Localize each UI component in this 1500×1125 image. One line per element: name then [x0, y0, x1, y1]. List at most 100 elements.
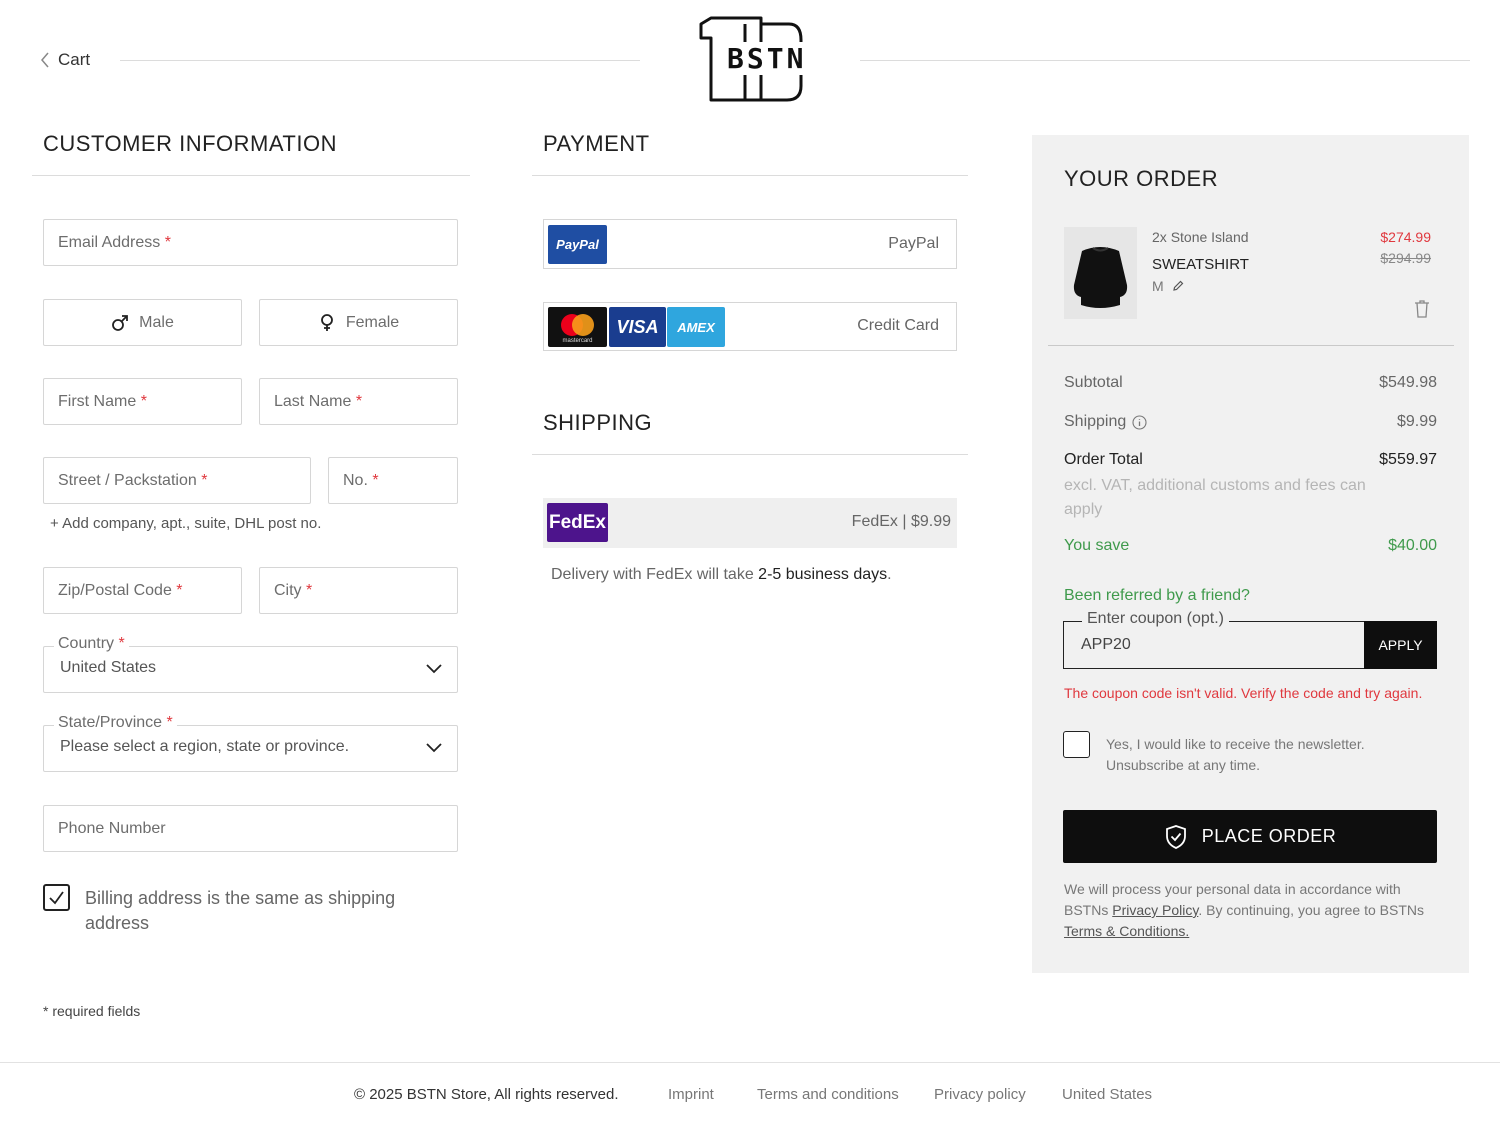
item-brand: Stone Island: [1170, 229, 1249, 245]
delivery-prefix: Delivery with FedEx will take: [551, 566, 759, 583]
country-legend: Country *: [54, 635, 129, 653]
legal-middle: . By continuing, you agree to BSTNs: [1198, 902, 1425, 918]
shipping-row: Shipping: [1064, 413, 1147, 431]
first-name-field[interactable]: First Name *: [43, 378, 242, 425]
male-icon: [112, 314, 129, 331]
required-mark: *: [140, 392, 147, 410]
header-divider-left: [120, 60, 640, 61]
item-brand-line: 2x Stone Island: [1152, 229, 1249, 245]
shipping-option-fedex[interactable]: FedEx FedEx | $9.99: [543, 498, 957, 548]
male-label: Male: [139, 313, 174, 331]
required-fields-note: * required fields: [43, 1003, 141, 1019]
order-items-divider: [1048, 345, 1454, 346]
legal-text: We will process your personal data in ac…: [1064, 879, 1434, 942]
subtotal-value: $549.98: [1379, 374, 1437, 391]
chevron-down-icon: [426, 664, 442, 674]
house-number-label: No.: [343, 471, 368, 489]
delivery-days: 2-5 business days: [758, 566, 888, 583]
required-mark: *: [372, 471, 379, 489]
required-mark: *: [176, 581, 183, 599]
gender-female-button[interactable]: Female: [259, 299, 458, 346]
info-icon[interactable]: [1132, 414, 1147, 430]
required-mark: *: [306, 581, 313, 599]
gender-male-button[interactable]: Male: [43, 299, 242, 346]
item-size-row: M: [1152, 278, 1184, 294]
paypal-label: PayPal: [888, 235, 939, 252]
delivery-info: Delivery with FedEx will take 2-5 busine…: [551, 566, 892, 584]
last-name-label: Last Name: [274, 392, 352, 410]
last-name-field[interactable]: Last Name *: [259, 378, 458, 425]
footer-terms-link[interactable]: Terms and conditions: [757, 1086, 899, 1103]
coupon-error: The coupon code isn't valid. Verify the …: [1064, 685, 1423, 701]
product-thumbnail[interactable]: [1064, 227, 1137, 319]
paypal-logo: PayPal: [548, 225, 607, 264]
chevron-left-icon: [41, 52, 49, 68]
coupon-input[interactable]: Enter coupon (opt.) APP20: [1063, 610, 1364, 669]
customer-info-title: CUSTOMER INFORMATION: [43, 131, 337, 156]
mastercard-logo: mastercard: [548, 307, 607, 347]
shipping-label: Shipping: [1064, 413, 1127, 430]
zip-field[interactable]: Zip/Postal Code *: [43, 567, 242, 614]
fedex-label: FedEx | $9.99: [851, 513, 951, 530]
payment-title-divider: [532, 175, 968, 176]
privacy-policy-link[interactable]: Privacy Policy: [1112, 902, 1198, 918]
state-select[interactable]: State/Province * Please select a region,…: [43, 714, 458, 772]
footer-region-link[interactable]: United States: [1062, 1086, 1152, 1103]
delivery-suffix: .: [887, 566, 892, 583]
phone-field[interactable]: Phone Number: [43, 805, 458, 852]
billing-same-checkbox[interactable]: [43, 884, 70, 911]
mastercard-logo-text: mastercard: [562, 338, 593, 344]
subtotal-label: Subtotal: [1064, 374, 1123, 391]
payment-option-paypal[interactable]: PayPal PayPal: [543, 219, 957, 269]
email-label: Email Address: [58, 233, 161, 251]
country-value: United States: [60, 659, 157, 676]
you-save-label: You save: [1064, 537, 1130, 554]
place-order-label: PLACE ORDER: [1201, 826, 1337, 846]
terms-conditions-link[interactable]: Terms & Conditions.: [1064, 923, 1189, 939]
newsletter-checkbox[interactable]: [1063, 731, 1090, 758]
country-label: Country: [58, 635, 115, 652]
zip-label: Zip/Postal Code: [58, 581, 172, 599]
chevron-down-icon: [426, 743, 442, 753]
payment-title: PAYMENT: [543, 131, 650, 156]
order-total-value: $559.97: [1379, 451, 1437, 468]
footer-imprint-link[interactable]: Imprint: [668, 1086, 714, 1103]
trash-icon[interactable]: [1414, 300, 1430, 318]
email-field[interactable]: Email Address *: [43, 219, 458, 266]
female-label: Female: [345, 313, 400, 331]
item-old-price: $294.99: [1380, 250, 1431, 266]
state-label: State/Province: [58, 714, 163, 731]
footer-privacy-link[interactable]: Privacy policy: [934, 1086, 1026, 1103]
shipping-title-divider: [532, 454, 968, 455]
add-company-link[interactable]: + Add company, apt., suite, DHL post no.: [50, 515, 321, 532]
street-field[interactable]: Street / Packstation *: [43, 457, 311, 504]
coupon-value: APP20: [1081, 636, 1131, 653]
country-select[interactable]: Country * United States: [43, 635, 458, 693]
back-to-cart-link[interactable]: Cart: [40, 50, 90, 70]
first-name-label: First Name: [58, 392, 137, 410]
back-label: Cart: [58, 50, 91, 69]
bstn-logo[interactable]: BSTN: [697, 16, 809, 104]
edit-pencil-icon[interactable]: [1172, 280, 1184, 292]
payment-option-credit-card[interactable]: mastercard VISA AMEX Credit Card: [543, 302, 957, 351]
credit-card-label: Credit Card: [857, 317, 939, 334]
state-legend: State/Province *: [54, 714, 177, 732]
newsletter-label: Yes, I would like to receive the newslet…: [1106, 736, 1365, 773]
female-icon: [320, 313, 333, 331]
required-mark: *: [166, 714, 173, 731]
fedex-logo: FedEx: [547, 503, 608, 542]
amex-logo-text: AMEX: [677, 319, 715, 335]
place-order-button[interactable]: PLACE ORDER: [1063, 810, 1437, 863]
fedex-logo-text: FedEx: [548, 511, 607, 533]
house-number-field[interactable]: No. *: [328, 457, 458, 504]
city-field[interactable]: City *: [259, 567, 458, 614]
apply-coupon-button[interactable]: APPLY: [1364, 621, 1437, 669]
order-total-label: Order Total: [1064, 451, 1143, 468]
item-name: SWEATSHIRT: [1152, 256, 1249, 273]
footer-copyright: © 2025 BSTN Store, All rights reserved.: [354, 1086, 619, 1103]
required-mark: *: [164, 233, 171, 251]
footer: [0, 1062, 1500, 1125]
phone-label: Phone Number: [58, 819, 166, 837]
shipping-title: SHIPPING: [543, 410, 653, 435]
required-mark: *: [201, 471, 208, 489]
